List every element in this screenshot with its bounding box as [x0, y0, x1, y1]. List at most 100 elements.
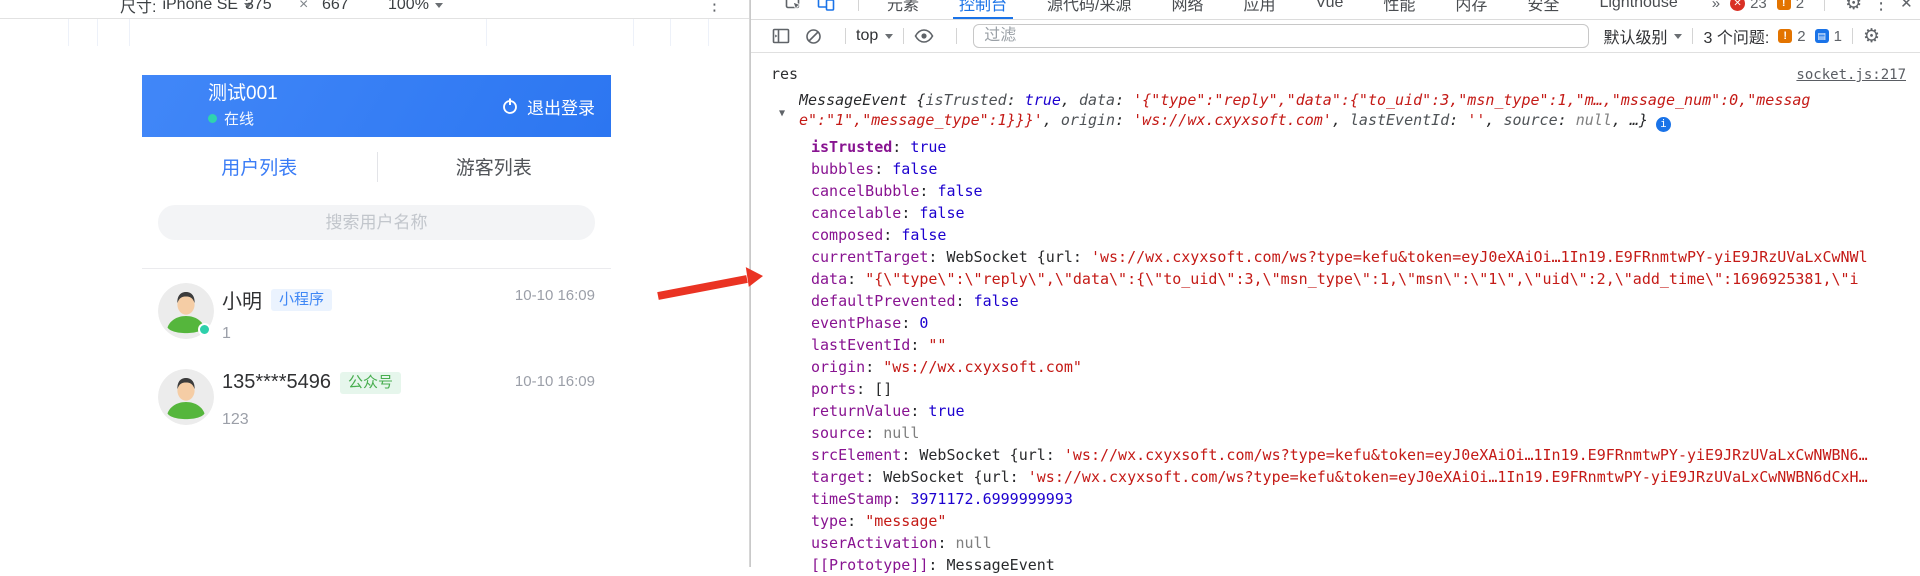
logout-button[interactable]: 退出登录	[501, 94, 595, 119]
devtools-tab-应用[interactable]: 应用	[1238, 0, 1282, 19]
console-token: null	[1575, 111, 1612, 129]
property-key: origin	[811, 357, 866, 376]
user-source-badge: 小程序	[271, 288, 333, 311]
clear-console-icon[interactable]	[803, 26, 823, 46]
devtools-menu-icon[interactable]: ⋮	[1872, 0, 1890, 12]
console-token: :	[892, 489, 911, 508]
console-token: 'ws://wx.cxyxsoft.com/ws?type=kefu&token…	[1090, 247, 1868, 266]
console-token: :	[928, 247, 947, 266]
console-property-row: ▶srcElement: WebSocket {url: 'ws://wx.cx…	[811, 444, 1906, 466]
context-selector[interactable]: top	[856, 27, 894, 45]
console-token: WebSocket {url:	[919, 445, 1064, 464]
issues-counter[interactable]: 3 个问题: ! 2 ▤ 1	[1703, 24, 1841, 48]
devtools-tab-源代码/来源[interactable]: 源代码/来源	[1041, 0, 1137, 19]
device-toolbar-icon[interactable]	[816, 0, 836, 13]
message-time: 10-10 16:09	[514, 373, 595, 390]
devtools-tab-元素[interactable]: 元素	[881, 0, 925, 19]
ruler-tick	[97, 19, 98, 46]
console-property-row: defaultPrevented: false	[811, 290, 1906, 312]
console-property-row: composed: false	[811, 224, 1906, 246]
online-dot	[208, 114, 217, 123]
tab-divider	[376, 152, 378, 182]
error-count: 23	[1750, 0, 1767, 12]
inspect-icon[interactable]	[784, 0, 804, 13]
console-token: ,	[1042, 111, 1061, 129]
warning-count-badge[interactable]: ! 2	[1776, 0, 1804, 12]
devtools-pane: 元素 控制台 源代码/来源 网络 应用 Vue 性能 内存 安全 Lighthouse » ✕ 2…	[750, 0, 1920, 574]
devtools-tab-性能[interactable]: 性能	[1377, 0, 1421, 19]
browser-pane: 尺寸: iPhone SE 375 × 667 100% ⋮ 测试001 在线 …	[0, 0, 750, 567]
console-token: :	[1115, 111, 1134, 129]
console-token: :	[901, 203, 920, 222]
device-selector[interactable]: 尺寸: iPhone SE	[120, 0, 253, 17]
property-key: composed	[811, 225, 884, 244]
zoom-selector[interactable]: 100%	[388, 0, 443, 17]
source-link[interactable]: socket.js:217	[1796, 67, 1906, 83]
console-property-row: data: "{\"type\":\"reply\",\"data\":{\"t…	[811, 268, 1906, 290]
app-tabs: 用户列表 游客列表	[142, 137, 611, 196]
app-header: 测试001 在线 退出登录	[142, 75, 611, 137]
devtools-tab-Lighthouse[interactable]: Lighthouse	[1593, 0, 1683, 19]
console-property-row: lastEventId: ""	[811, 334, 1906, 356]
console-entry: res socket.js:217 ▼ MessageEvent {isTrus…	[751, 53, 1920, 576]
toolbar-divider	[1824, 0, 1826, 11]
console-token: WebSocket {url:	[946, 247, 1091, 266]
console-token: "message"	[865, 511, 947, 530]
console-token: '{"type":"reply","data":{"to_uid":3,"msn…	[1133, 91, 1811, 109]
console-settings-gear-icon[interactable]: ⚙	[1863, 27, 1880, 46]
devtools-tab-网络[interactable]: 网络	[1165, 0, 1209, 19]
app-tab-guests[interactable]: 游客列表	[377, 137, 612, 196]
console-property-row: isTrusted: true	[811, 136, 1906, 158]
console-token: WebSocket {url:	[883, 467, 1028, 486]
devtools-tab-安全[interactable]: 安全	[1521, 0, 1565, 19]
console-token: :	[937, 533, 956, 552]
app-tab-users[interactable]: 用户列表	[142, 137, 377, 196]
console-property-row: returnValue: true	[811, 400, 1906, 422]
device-name: iPhone SE	[162, 0, 239, 13]
console-property-row: type: "message"	[811, 510, 1906, 532]
console-filter-input[interactable]	[973, 24, 1590, 48]
device-toolbar-menu-icon[interactable]: ⋮	[706, 0, 723, 17]
error-count-badge[interactable]: ✕ 23	[1730, 0, 1767, 12]
console-token: :	[919, 181, 938, 200]
console-token: ""	[928, 335, 947, 354]
console-token: :	[928, 555, 947, 574]
log-level-selector[interactable]: 默认级别	[1603, 24, 1683, 48]
viewport-width-value[interactable]: 375	[245, 0, 272, 17]
property-key: cancelable	[811, 203, 902, 222]
power-icon	[503, 98, 517, 114]
console-token: false	[919, 203, 965, 222]
console-token: ,	[1485, 111, 1504, 129]
user-row[interactable]: 135****5496 公众号 123 10-10 16:09	[142, 364, 611, 450]
more-tabs-icon[interactable]: »	[1712, 0, 1720, 12]
console-token: :	[1006, 91, 1025, 109]
console-token: :	[1115, 91, 1134, 109]
console-property-row: cancelable: false	[811, 202, 1906, 224]
devtools-tab-控制台[interactable]: 控制台	[953, 0, 1014, 19]
warning-icon: !	[1778, 29, 1793, 43]
console-token: :	[865, 357, 884, 376]
close-icon[interactable]: ✕	[1900, 0, 1913, 11]
property-key: type	[811, 511, 848, 530]
console-token: null	[883, 423, 920, 442]
console-token: :	[892, 137, 911, 156]
search-input[interactable]	[158, 212, 595, 233]
console-token: false	[937, 181, 983, 200]
devtools-tab-内存[interactable]: 内存	[1449, 0, 1493, 19]
object-properties: isTrusted: true bubbles: false cancelBubbl…	[771, 136, 1906, 576]
settings-gear-icon[interactable]: ⚙	[1845, 0, 1862, 13]
collapse-expander-icon[interactable]: ▼	[779, 104, 785, 124]
console-sidebar-icon[interactable]	[771, 26, 791, 46]
property-key: lastEventId	[811, 335, 911, 354]
console-token: false	[901, 225, 947, 244]
console-property-row: ▶currentTarget: WebSocket {url: 'ws://wx…	[811, 246, 1906, 268]
user-row[interactable]: 小明 小程序 1 10-10 16:09	[142, 278, 611, 364]
devtools-tab-Vue[interactable]: Vue	[1310, 0, 1350, 19]
eye-icon[interactable]	[914, 26, 934, 46]
devtools-tabbar: 元素 控制台 源代码/来源 网络 应用 Vue 性能 内存 安全 Lighthouse » ✕ 2…	[751, 0, 1920, 20]
viewport-height-value[interactable]: 667	[322, 0, 349, 17]
console-token: :	[901, 445, 920, 464]
dimension-times-icon: ×	[299, 0, 309, 13]
console-toolbar: top 默认级别 3 个问题: ! 2	[751, 20, 1920, 53]
info-icon[interactable]: i	[1655, 116, 1671, 132]
